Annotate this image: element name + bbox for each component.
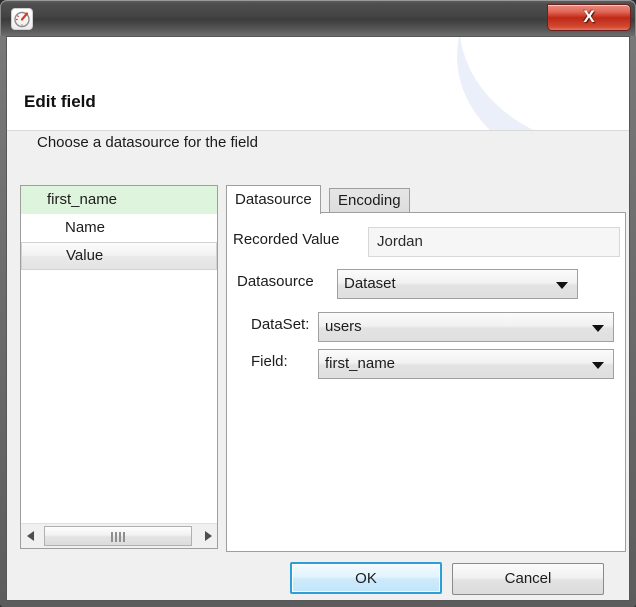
tree-item-name[interactable]: Name bbox=[21, 214, 217, 242]
field-row: Field: first_name bbox=[227, 349, 625, 379]
recorded-value-label: Recorded Value bbox=[233, 231, 340, 248]
scroll-right-arrow-icon[interactable] bbox=[196, 524, 217, 548]
tab-strip: Datasource Encoding bbox=[226, 185, 626, 214]
scroll-left-arrow-icon[interactable] bbox=[21, 524, 42, 548]
dialog-client-area: Edit field Choose a datasource for the f… bbox=[6, 36, 630, 601]
cancel-button[interactable]: Cancel bbox=[452, 563, 604, 595]
tree-item-label: first_name bbox=[47, 191, 118, 208]
close-button[interactable]: X bbox=[547, 4, 631, 31]
title-bar: X bbox=[0, 0, 636, 36]
recorded-value-text: Jordan bbox=[377, 233, 423, 250]
datasource-dropdown[interactable]: Dataset bbox=[337, 269, 578, 299]
chevron-down-icon bbox=[592, 325, 604, 332]
field-value: first_name bbox=[325, 355, 396, 372]
tree-item-value[interactable]: Value bbox=[21, 242, 217, 270]
tree-item-label: Name bbox=[65, 219, 106, 236]
dataset-dropdown[interactable]: users bbox=[318, 312, 614, 342]
datasource-value: Dataset bbox=[344, 275, 396, 292]
scrollbar-thumb[interactable] bbox=[44, 526, 192, 546]
cancel-button-label: Cancel bbox=[504, 570, 552, 587]
ok-button-label: OK bbox=[355, 570, 377, 587]
tab-datasource[interactable]: Datasource bbox=[226, 185, 321, 214]
dialog-header: Edit field bbox=[7, 37, 629, 131]
chevron-down-icon bbox=[592, 362, 604, 369]
tab-label: Encoding bbox=[338, 192, 401, 209]
chevron-down-icon bbox=[556, 282, 568, 289]
tree-item-first-name[interactable]: first_name bbox=[21, 186, 217, 214]
dataset-row: DataSet: users bbox=[227, 312, 625, 342]
dataset-value: users bbox=[325, 318, 362, 335]
tree-horizontal-scrollbar[interactable] bbox=[21, 523, 217, 548]
tree-item-label: Value bbox=[66, 247, 104, 264]
tab-label: Datasource bbox=[235, 191, 312, 208]
recorded-value-field: Jordan bbox=[368, 227, 620, 257]
gauge-icon bbox=[11, 8, 33, 30]
dialog-window: X Edit field Choose a datasource for the… bbox=[0, 0, 636, 607]
datasource-label: Datasource bbox=[237, 273, 314, 290]
field-label: Field: bbox=[251, 353, 288, 370]
scrollbar-grip-icon bbox=[111, 532, 125, 542]
recorded-value-row: Recorded Value Jordan bbox=[227, 227, 625, 257]
close-icon: X bbox=[583, 7, 595, 26]
datasource-row: Datasource Dataset bbox=[227, 269, 625, 299]
field-dropdown[interactable]: first_name bbox=[318, 349, 614, 379]
page-subtitle: Choose a datasource for the field bbox=[37, 134, 258, 151]
tab-encoding[interactable]: Encoding bbox=[329, 188, 410, 213]
page-title: Edit field bbox=[24, 92, 96, 111]
ok-button[interactable]: OK bbox=[290, 562, 442, 594]
dataset-label: DataSet: bbox=[251, 316, 310, 333]
tab-panel-datasource: Recorded Value Jordan Datasource Dataset… bbox=[226, 212, 626, 552]
field-tree-panel: first_name Name Value bbox=[20, 185, 218, 549]
field-tree-list[interactable]: first_name Name Value bbox=[21, 186, 217, 523]
